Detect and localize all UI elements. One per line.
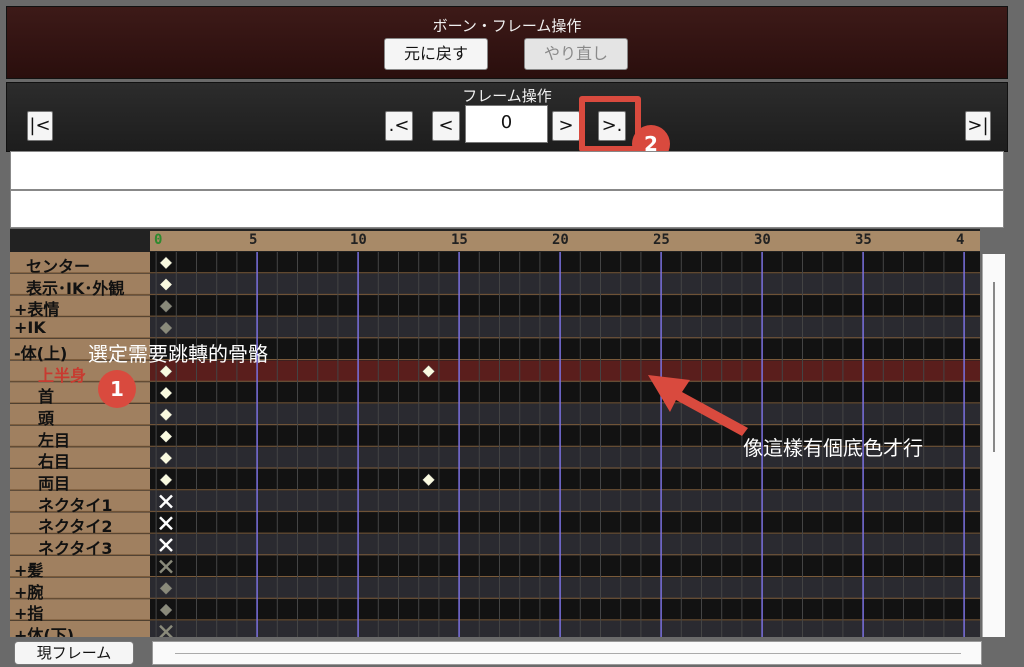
bone-label-bg [10, 425, 150, 447]
first-frame-button[interactable]: |< [27, 111, 53, 141]
timeline-row [150, 382, 980, 403]
bone-label-bg [10, 469, 150, 490]
frame-number-input[interactable]: 0 [465, 105, 548, 143]
ruler-tick-label: 10 [350, 232, 367, 248]
timeline-row [150, 599, 980, 620]
scrollbar-thumb[interactable] [993, 282, 995, 452]
prev-keyframe-button[interactable]: .< [385, 111, 413, 141]
bone-label[interactable]: 頭 [38, 405, 54, 429]
timeline-row [150, 469, 980, 490]
timeline-row [150, 555, 980, 577]
timeline-row [150, 338, 980, 360]
timeline-row [150, 490, 980, 512]
bone-label[interactable]: +髪 [14, 557, 43, 581]
bone-label[interactable]: ネクタイ3 [38, 535, 113, 559]
step-1-badge: 1 [98, 370, 136, 408]
step-1-text: 選定需要跳轉的骨骼 [88, 342, 268, 366]
timeline-row [150, 512, 980, 534]
arrow-text: 像這樣有個底色才行 [743, 436, 923, 460]
bone-frame-panel: ボーン・フレーム操作 元に戻す やり直し [6, 6, 1008, 79]
timeline-row [150, 577, 980, 599]
ruler-tick-label: 35 [855, 232, 872, 248]
prev-frame-button[interactable]: < [432, 111, 460, 141]
bone-label-bg [10, 447, 150, 468]
frame-operation-title: フレーム操作 [462, 87, 552, 105]
bottom-bar: 現フレーム [0, 637, 1024, 667]
timeline-row [150, 534, 980, 555]
redo-button[interactable]: やり直し [524, 38, 628, 70]
frame-slider[interactable] [152, 641, 982, 665]
bone-label[interactable]: 首 [38, 383, 54, 407]
curve-area-bottom [10, 190, 1004, 228]
bone-frame-panel-title: ボーン・フレーム操作 [432, 17, 582, 35]
ruler-tick-label: 5 [249, 232, 258, 248]
bone-label[interactable]: -体(上) [14, 340, 67, 364]
last-frame-button[interactable]: >| [965, 111, 991, 141]
curve-area-top [10, 151, 1004, 190]
timeline-row [150, 252, 980, 273]
frame-operation-panel: フレーム操作 |< .< < 0 > >. >| [6, 82, 1008, 152]
bone-label[interactable]: センター [26, 253, 90, 277]
bone-label[interactable]: +IK [14, 318, 46, 337]
current-frame-button[interactable]: 現フレーム [14, 641, 134, 665]
timeline-row [150, 317, 980, 338]
timeline-row [150, 620, 980, 637]
bone-label[interactable]: ネクタイ1 [38, 492, 113, 516]
ruler-tick-label: 30 [754, 232, 771, 248]
ruler-tick-label: 25 [653, 232, 670, 248]
bone-label[interactable]: +体(下) [14, 622, 74, 637]
ruler-tick-label: 4 [956, 232, 965, 248]
bone-label[interactable]: ネクタイ2 [38, 513, 113, 537]
bone-label[interactable]: +表情 [14, 296, 59, 320]
timeline-row [150, 360, 980, 382]
timeline-row [150, 273, 980, 295]
ruler-tick-label: 20 [552, 232, 569, 248]
bone-label-selected[interactable]: 上半身 [38, 362, 86, 386]
timeline-row [150, 295, 980, 317]
bone-label[interactable]: 表示･IK･外観 [26, 275, 124, 299]
bone-label[interactable]: 右目 [38, 448, 70, 472]
bone-label-bg [10, 403, 150, 425]
timeline-row [150, 403, 980, 425]
bone-label[interactable]: +腕 [14, 579, 43, 603]
ruler-tick-label: 0 [154, 232, 163, 248]
timeline-vertical-scrollbar[interactable] [982, 254, 1005, 637]
ruler-tick-label: 15 [451, 232, 468, 248]
bone-label[interactable]: 左目 [38, 427, 70, 451]
bone-label[interactable]: +指 [14, 600, 43, 624]
next-frame-button[interactable]: > [552, 111, 580, 141]
bone-label[interactable]: 両目 [38, 470, 70, 494]
undo-button[interactable]: 元に戻す [384, 38, 488, 70]
